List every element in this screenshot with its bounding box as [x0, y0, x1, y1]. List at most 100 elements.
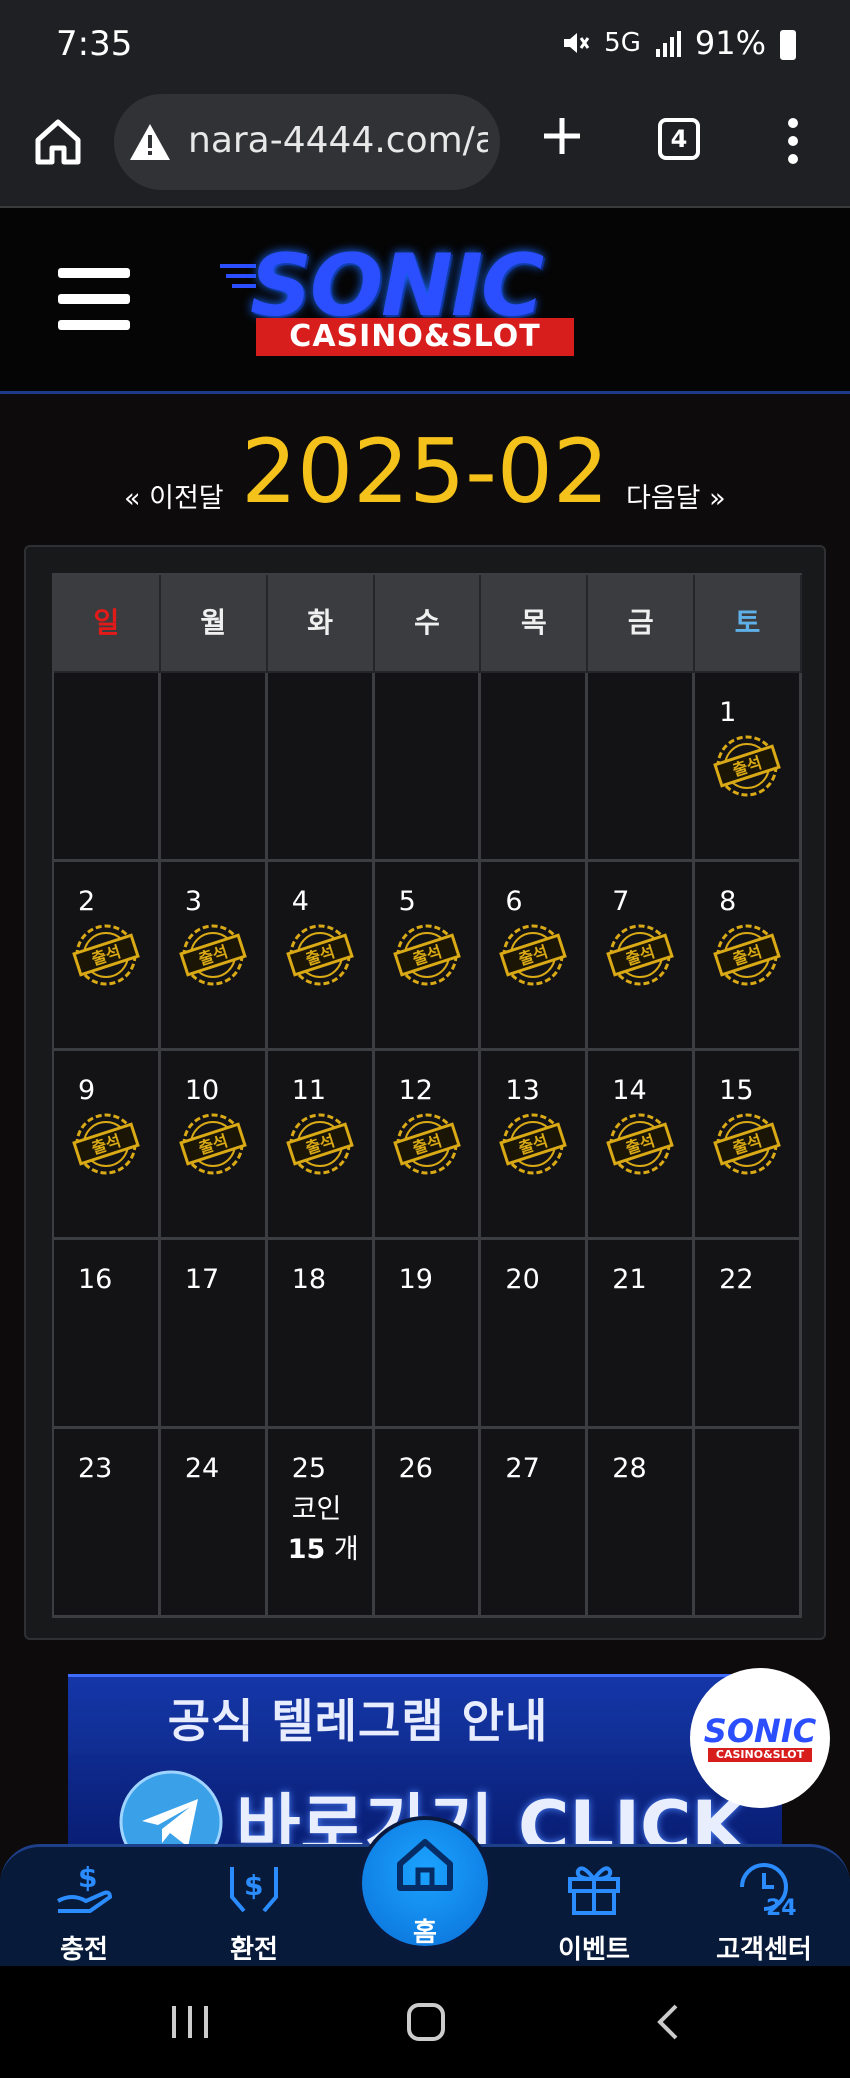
calendar-day-3[interactable]: 3 출석 [160, 862, 268, 1051]
weekday-header: 월 [160, 575, 268, 673]
calendar-day-2[interactable]: 2 출석 [54, 862, 161, 1051]
tab-switcher-button[interactable]: 4 [658, 118, 700, 160]
nav-home-label: 홈 [413, 1918, 437, 1948]
calendar-day-28[interactable]: 28 [588, 1429, 696, 1618]
calendar-day-18[interactable]: 18 [267, 1240, 375, 1429]
calendar-day-20[interactable]: 20 [481, 1240, 589, 1429]
hamburger-menu-icon[interactable] [58, 268, 130, 332]
attendance-stamp-icon: 출석 [72, 924, 140, 986]
calendar-day-23[interactable]: 23 [54, 1429, 161, 1618]
day-number: 14 [612, 1075, 647, 1106]
deposit-icon: $ [57, 1861, 113, 1913]
day-number: 26 [398, 1453, 433, 1484]
nav-withdraw-label: 환전 [230, 1935, 278, 1965]
calendar-day-16[interactable]: 16 [54, 1240, 161, 1429]
calendar-day-5[interactable]: 5 출석 [374, 862, 482, 1051]
browser-home-icon[interactable] [30, 114, 86, 170]
calendar-day-7[interactable]: 7 출석 [588, 862, 696, 1051]
day-number: 17 [184, 1264, 220, 1295]
coin-label: 코인 [291, 1494, 342, 1525]
attendance-stamp-icon: 출석 [713, 735, 781, 797]
calendar-day-25[interactable]: 25 코인 15 개 [267, 1429, 375, 1618]
day-number: 6 [505, 886, 523, 917]
day-number: 7 [612, 886, 630, 917]
badge-subtitle: CASINO&SLOT [708, 1748, 812, 1762]
calendar-day-1[interactable]: 1 출석 [695, 673, 802, 862]
calendar-day-19[interactable]: 19 [374, 1240, 482, 1429]
attendance-stamp-icon: 출석 [713, 1113, 781, 1175]
nav-event[interactable]: 이벤트 [534, 1857, 654, 1966]
status-time: 7:35 [56, 24, 133, 64]
calendar-day-21[interactable]: 21 [588, 1240, 696, 1429]
attendance-stamp-icon: 출석 [606, 1113, 675, 1175]
weekday-header: 목 [481, 575, 589, 673]
new-tab-icon[interactable] [540, 114, 584, 158]
calendar-day-26[interactable]: 26 [374, 1429, 482, 1618]
day-number: 5 [398, 886, 416, 917]
status-icons: 5G 91% [560, 24, 796, 62]
calendar-day-22[interactable]: 22 [695, 1240, 802, 1429]
nav-withdraw[interactable]: $ 환전 [194, 1857, 314, 1966]
day-number: 1 [719, 697, 737, 728]
site-header: SONIC CASINO&SLOT [0, 208, 850, 394]
calendar-day-24[interactable]: 24 [160, 1429, 268, 1618]
calendar-day-6[interactable]: 6 출석 [481, 862, 589, 1051]
next-month-link[interactable]: 다음달 » [626, 476, 726, 515]
battery-icon [780, 30, 796, 60]
month-navigation: 2025-02 « 이전달 다음달 » [0, 410, 850, 523]
address-bar[interactable]: nara-4444.com/a [114, 94, 500, 190]
attendance-stamp-icon: 출석 [72, 1113, 140, 1175]
home-system-icon[interactable] [406, 2002, 446, 2042]
nav-home-button[interactable]: 홈 [358, 1816, 492, 1950]
svg-text:$: $ [78, 1861, 97, 1894]
calendar-day-9[interactable]: 9 출석 [54, 1051, 161, 1240]
calendar-day-17[interactable]: 17 [160, 1240, 268, 1429]
attendance-stamp-icon: 출석 [179, 924, 247, 986]
calendar-day-8[interactable]: 8 출석 [695, 862, 802, 1051]
calendar-day-11[interactable]: 11 출석 [267, 1051, 375, 1240]
url-text[interactable]: nara-4444.com/a [188, 120, 488, 161]
svg-text:24: 24 [766, 1896, 796, 1917]
day-number: 27 [505, 1453, 540, 1484]
attendance-stamp-icon: 출석 [392, 924, 461, 986]
day-number: 23 [78, 1453, 113, 1484]
warning-icon[interactable] [128, 122, 172, 162]
day-number: 3 [184, 886, 203, 917]
weekday-header: 토 [695, 575, 802, 673]
support-24-icon: 24 [740, 1863, 796, 1917]
day-number: 21 [612, 1264, 647, 1295]
attendance-stamp-icon: 출석 [499, 924, 568, 986]
back-icon[interactable] [652, 2002, 682, 2042]
site-logo[interactable]: SONIC CASINO&SLOT [220, 236, 610, 366]
coin-amount-value: 15 [287, 1534, 326, 1565]
calendar-empty-cell [481, 673, 589, 862]
day-number: 15 [719, 1075, 754, 1106]
day-number: 20 [505, 1264, 540, 1295]
prev-month-link[interactable]: « 이전달 [124, 476, 224, 515]
mute-icon [564, 33, 590, 53]
nav-support[interactable]: 24 고객센터 [704, 1857, 824, 1966]
attendance-stamp-icon: 출석 [285, 1113, 354, 1175]
more-menu-icon[interactable] [788, 118, 798, 164]
recent-apps-icon[interactable] [168, 2002, 212, 2042]
calendar-day-27[interactable]: 27 [481, 1429, 589, 1618]
day-number: 8 [719, 886, 737, 917]
calendar-day-10[interactable]: 10 출석 [160, 1051, 268, 1240]
sonic-badge[interactable]: SONIC CASINO&SLOT [690, 1668, 830, 1808]
day-number: 4 [291, 886, 309, 917]
calendar-empty-cell [267, 673, 375, 862]
calendar-day-12[interactable]: 12 출석 [374, 1051, 482, 1240]
day-number: 24 [184, 1453, 220, 1484]
day-number: 28 [612, 1453, 647, 1484]
calendar-empty-cell [588, 673, 696, 862]
home-icon [397, 1839, 453, 1891]
attendance-stamp-icon: 출석 [499, 1113, 568, 1175]
calendar-day-4[interactable]: 4 출석 [267, 862, 375, 1051]
nav-deposit[interactable]: $ 충전 [24, 1857, 144, 1966]
banner-title: 공식 텔레그램 안내 [167, 1694, 549, 1748]
calendar-day-13[interactable]: 13 출석 [481, 1051, 589, 1240]
withdraw-icon: $ [230, 1867, 278, 1913]
weekday-header: 일 [54, 575, 161, 673]
calendar-day-14[interactable]: 14 출석 [588, 1051, 696, 1240]
calendar-day-15[interactable]: 15 출석 [695, 1051, 802, 1240]
